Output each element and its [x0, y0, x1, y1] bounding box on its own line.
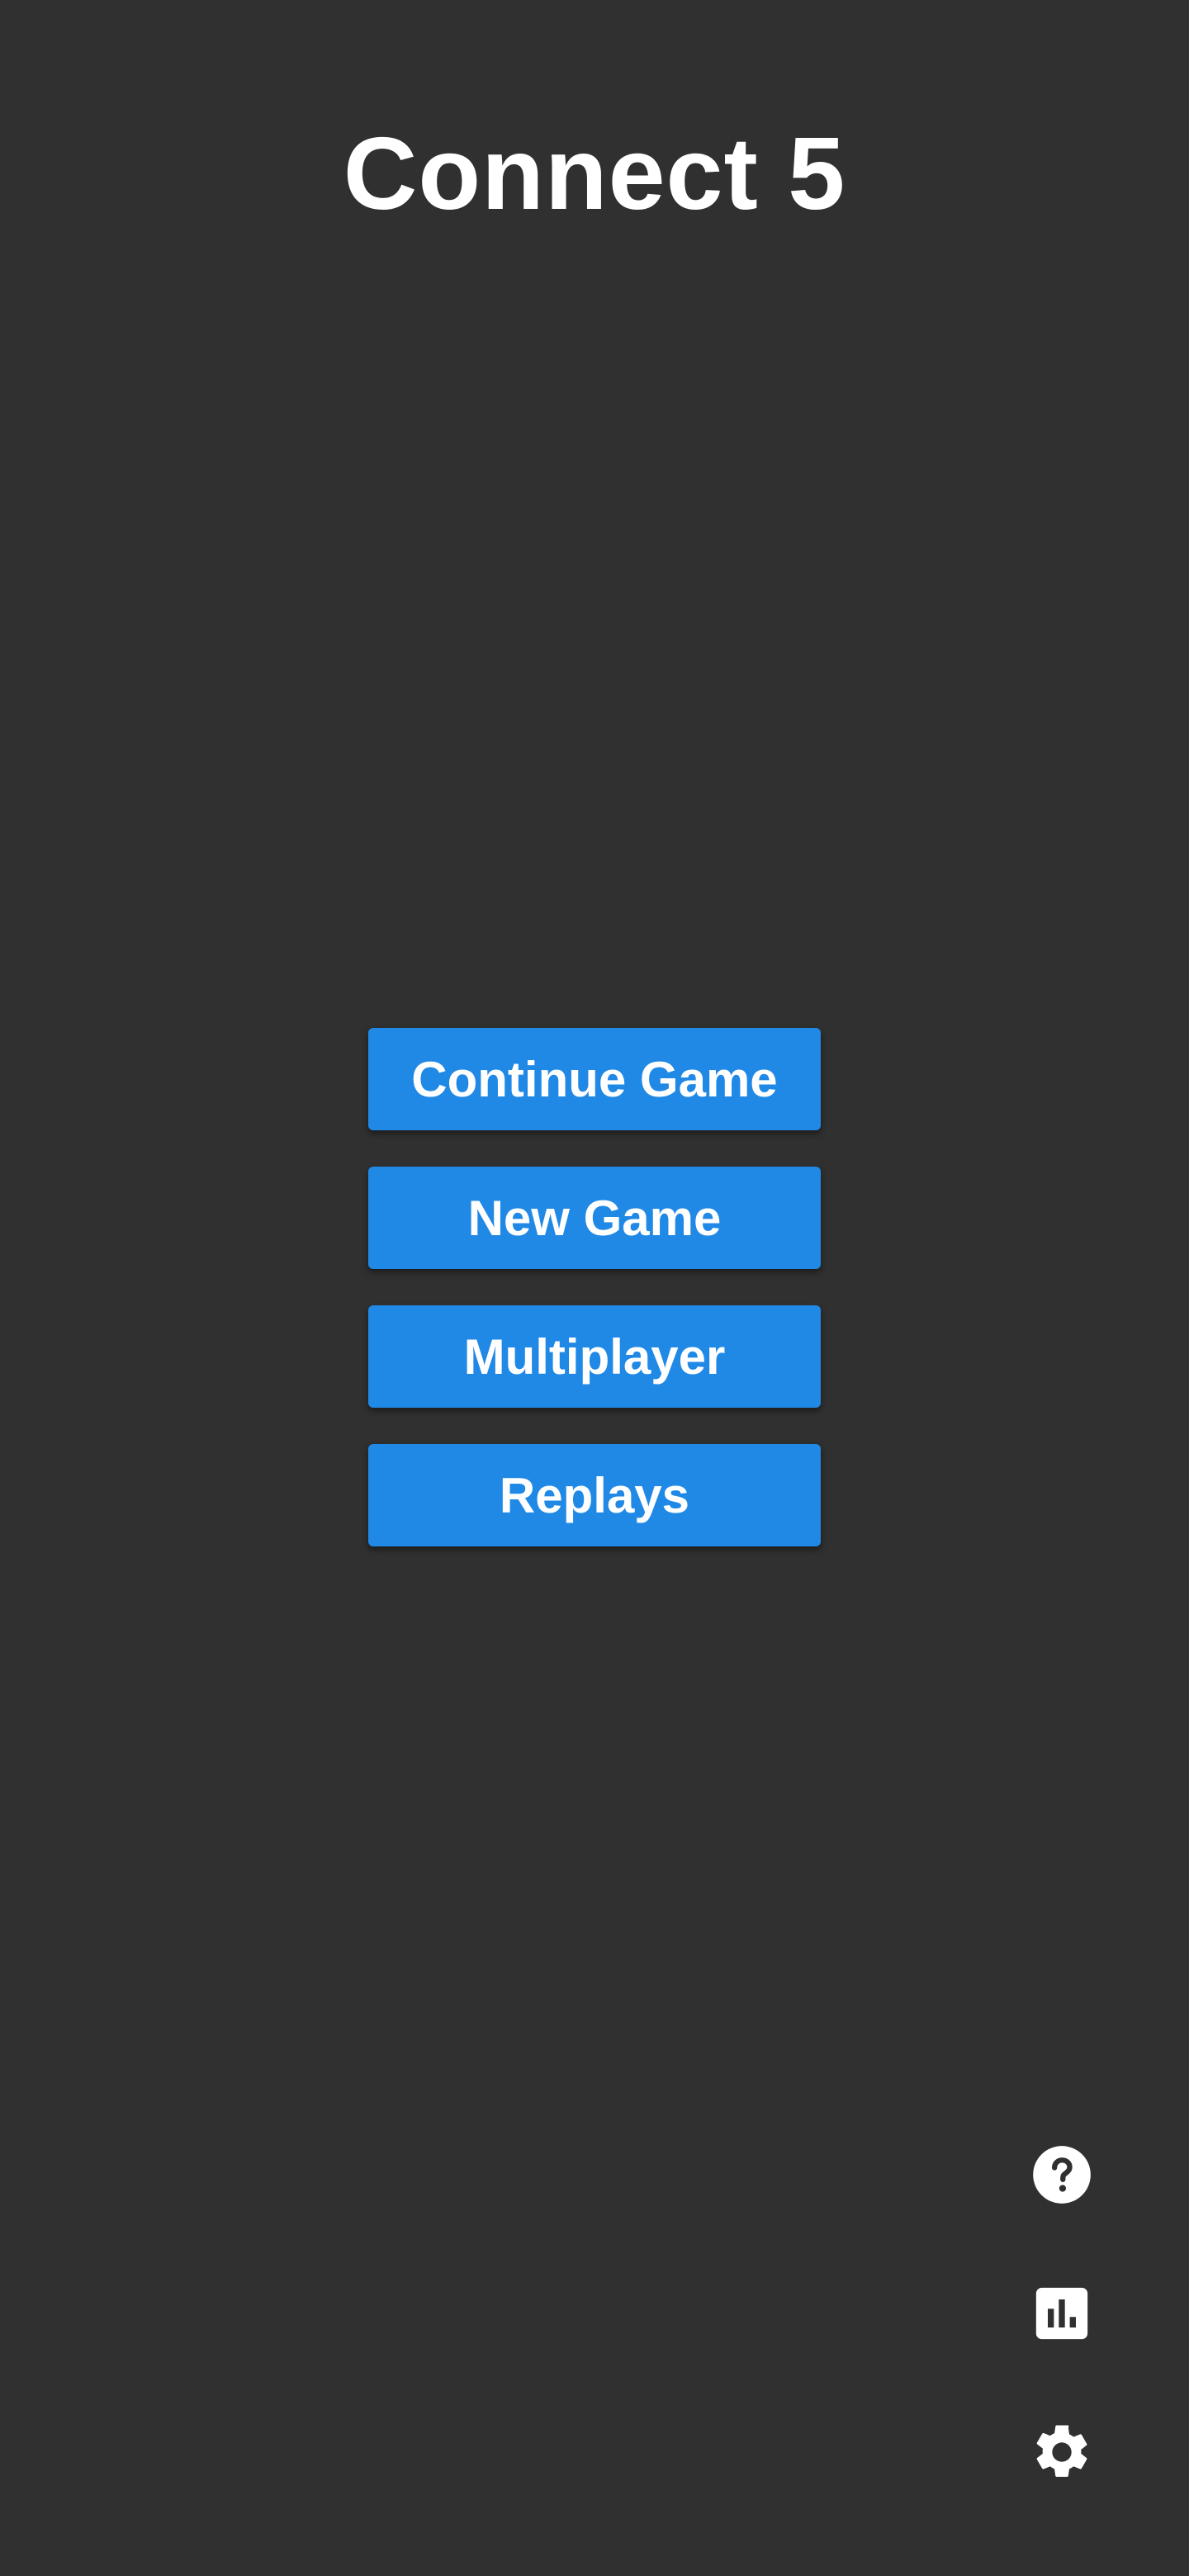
replays-button[interactable]: Replays: [368, 1444, 821, 1546]
main-menu-screen: Connect 5 Continue Game New Game Multipl…: [0, 0, 1189, 2576]
help-button[interactable]: [1024, 2137, 1100, 2213]
help-circle-icon: [1033, 2146, 1091, 2204]
app-title: Connect 5: [343, 117, 846, 231]
main-menu: Continue Game New Game Multiplayer Repla…: [368, 1028, 821, 1583]
stats-button[interactable]: [1024, 2275, 1100, 2351]
multiplayer-button[interactable]: Multiplayer: [368, 1305, 821, 1408]
gear-icon: [1036, 2425, 1087, 2477]
continue-game-button[interactable]: Continue Game: [368, 1028, 821, 1130]
bar-chart-icon: [1035, 2287, 1088, 2340]
settings-button[interactable]: [1024, 2414, 1100, 2490]
new-game-button[interactable]: New Game: [368, 1167, 821, 1269]
